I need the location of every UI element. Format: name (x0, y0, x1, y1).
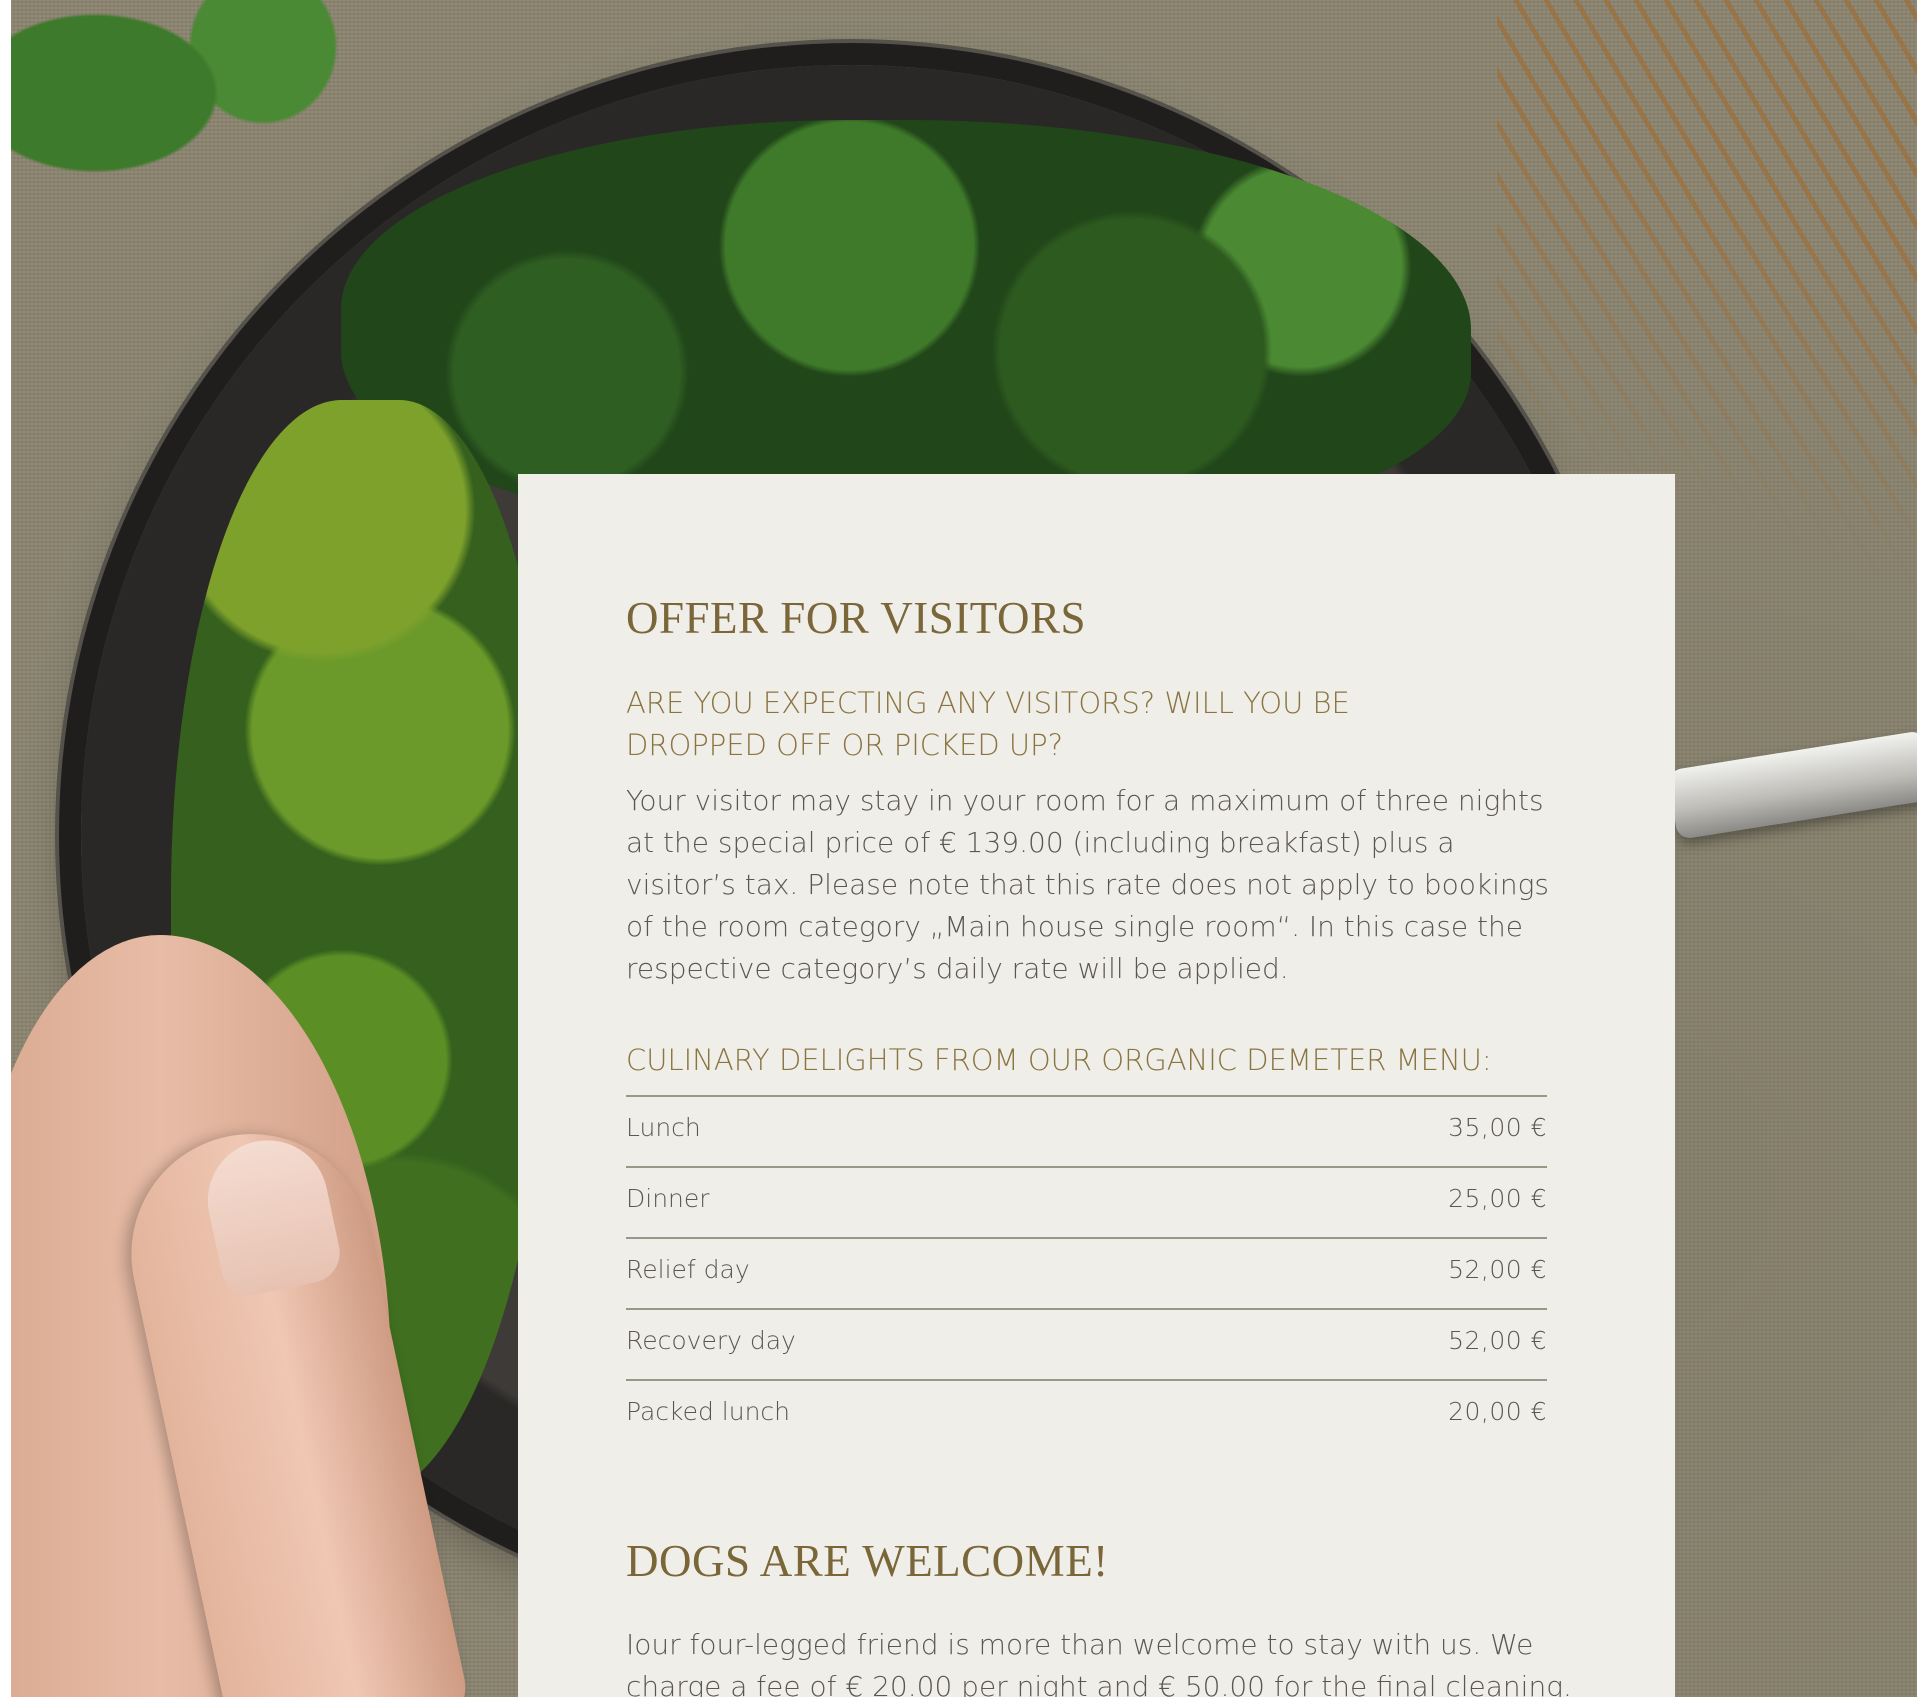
menu-item-price: 35,00 € (1448, 1113, 1547, 1142)
menu-row-packed-lunch: Packed lunch 20,00 € (626, 1379, 1547, 1450)
background-photo: OFFER FOR VISITORS ARE YOU EXPECTING ANY… (11, 0, 1917, 1697)
menu-item-price: 25,00 € (1448, 1184, 1547, 1213)
menu-item-label: Dinner (626, 1184, 710, 1213)
menu-item-label: Relief day (626, 1255, 750, 1284)
menu-item-price: 20,00 € (1448, 1397, 1547, 1426)
menu-item-price: 52,00 € (1448, 1326, 1547, 1355)
menu-row-relief-day: Relief day 52,00 € (626, 1237, 1547, 1308)
dogs-description: Iour four-legged friend is more than wel… (626, 1628, 1572, 1697)
dogs-title: DOGS ARE WELCOME! (626, 1536, 1109, 1586)
menu-row-recovery-day: Recovery day 52,00 € (626, 1308, 1547, 1379)
visitors-title: OFFER FOR VISITORS (626, 593, 1086, 643)
menu-price-list: Lunch 35,00 € Dinner 25,00 € Relief day … (626, 1095, 1547, 1450)
spoon-decoration (1667, 730, 1917, 840)
menu-item-label: Recovery day (626, 1326, 796, 1355)
visitors-subtitle: ARE YOU EXPECTING ANY VISITORS? WILL YOU… (626, 686, 1350, 762)
menu-row-lunch: Lunch 35,00 € (626, 1095, 1547, 1166)
menu-item-label: Lunch (626, 1113, 701, 1142)
visitors-description: Your visitor may stay in your room for a… (626, 784, 1550, 985)
menu-item-price: 52,00 € (1448, 1255, 1547, 1284)
menu-item-label: Packed lunch (626, 1397, 791, 1426)
offer-card: OFFER FOR VISITORS ARE YOU EXPECTING ANY… (518, 474, 1675, 1697)
menu-heading: CULINARY DELIGHTS FROM OUR ORGANIC DEMET… (626, 1043, 1492, 1077)
menu-row-dinner: Dinner 25,00 € (626, 1166, 1547, 1237)
